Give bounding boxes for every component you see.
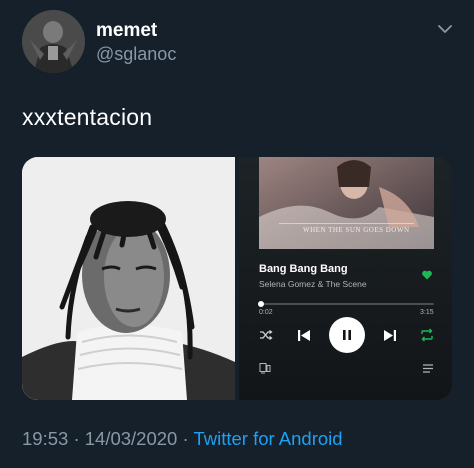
display-name[interactable]: memet	[96, 20, 157, 42]
separator: ·	[73, 428, 80, 449]
tweet-source-link[interactable]: Twitter for Android	[193, 428, 342, 449]
album-caption: WHEN THE SUN GOES DOWN	[303, 226, 410, 234]
chevron-down-icon[interactable]	[436, 22, 454, 36]
spotify-player[interactable]: WHEN THE SUN GOES DOWN Bang Bang Bang Se…	[239, 157, 452, 400]
album-art[interactable]: WHEN THE SUN GOES DOWN	[259, 157, 434, 249]
time-elapsed: 0:02	[259, 309, 273, 316]
portrait-photo[interactable]	[22, 157, 235, 400]
progress-bar[interactable]	[257, 301, 434, 307]
portrait-image	[22, 157, 235, 400]
tweet-text: xxxtentacion	[22, 104, 153, 130]
queue-icon[interactable]	[422, 363, 434, 374]
pause-icon	[343, 330, 351, 340]
song-title[interactable]: Bang Bang Bang	[259, 263, 348, 275]
avatar[interactable]	[22, 10, 85, 73]
skip-previous-icon[interactable]	[297, 329, 311, 342]
tweet-time[interactable]: 19:53	[22, 428, 68, 449]
devices-icon[interactable]	[259, 362, 271, 374]
play-pause-button[interactable]	[329, 317, 365, 353]
separator: ·	[182, 428, 189, 449]
repeat-icon[interactable]	[420, 328, 434, 342]
song-artist[interactable]: Selena Gomez & The Scene	[259, 279, 367, 289]
avatar-photo	[22, 10, 85, 73]
shuffle-icon[interactable]	[259, 329, 273, 341]
heart-icon[interactable]	[421, 269, 433, 281]
progress-handle[interactable]	[257, 301, 264, 307]
time-total: 3:15	[420, 309, 434, 316]
tweet-timestamp: 19:53 · 14/03/2020 · Twitter for Android	[22, 428, 343, 450]
user-handle[interactable]: @sglanoc	[96, 44, 176, 65]
album-cover-image	[259, 157, 434, 249]
tweet-media[interactable]: WHEN THE SUN GOES DOWN Bang Bang Bang Se…	[22, 157, 452, 400]
tweet-date[interactable]: 14/03/2020	[85, 428, 178, 449]
skip-next-icon[interactable]	[383, 329, 397, 342]
